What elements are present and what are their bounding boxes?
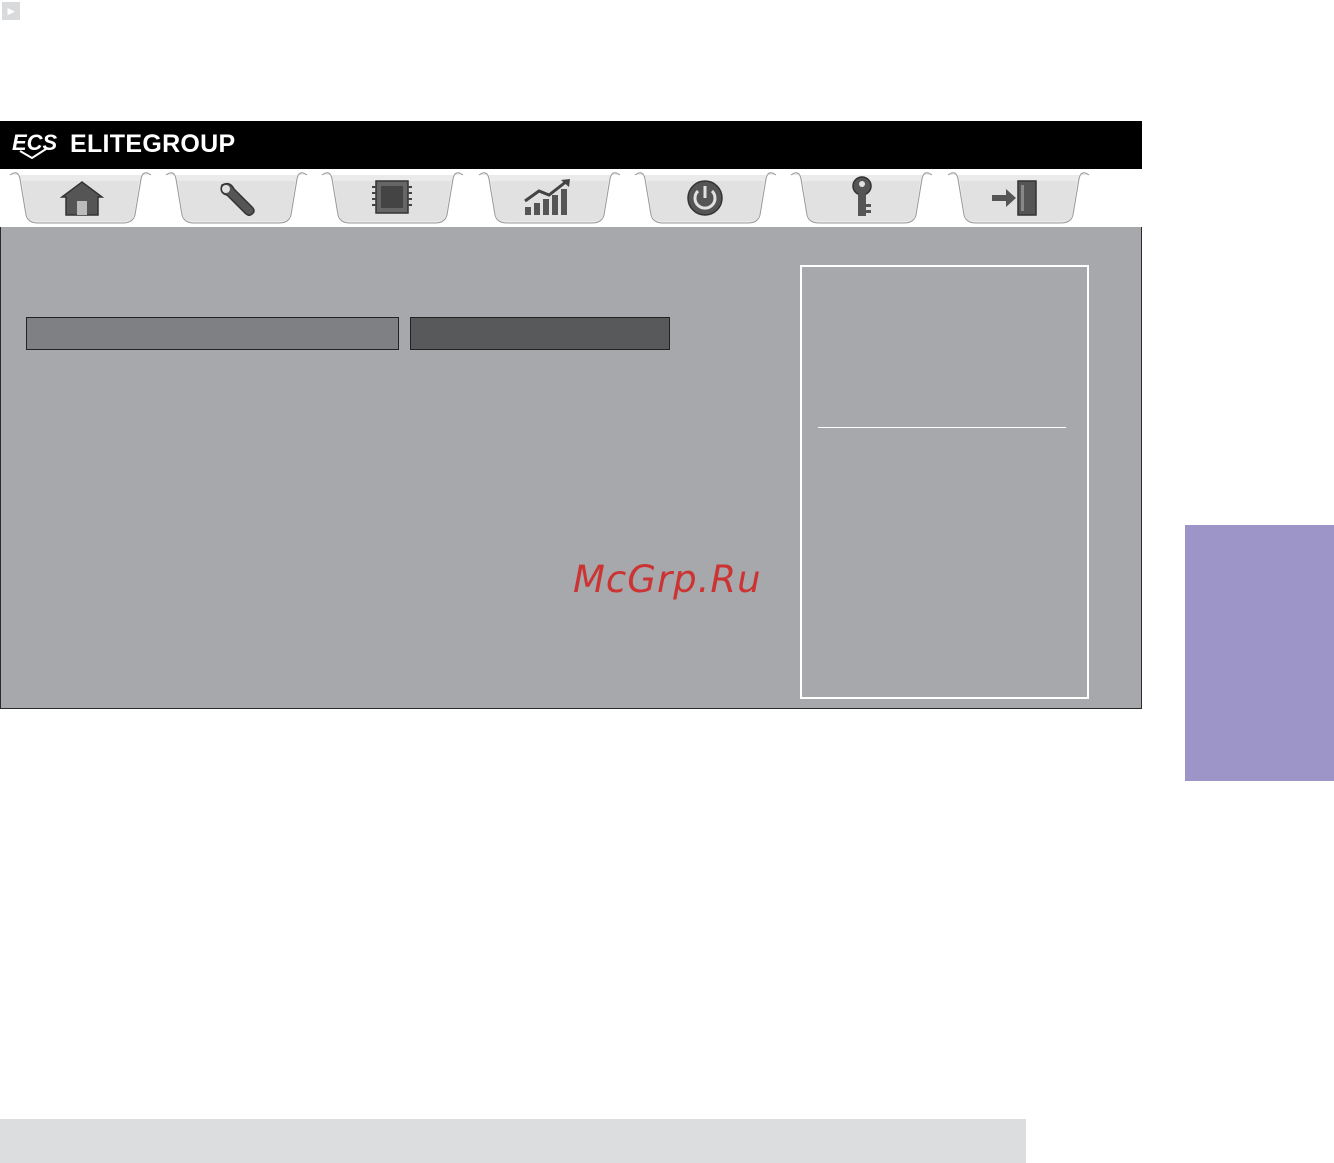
chapter-side-tab xyxy=(1185,525,1334,781)
tab-bar xyxy=(0,169,1142,227)
help-divider xyxy=(818,427,1066,428)
expand-arrow-icon[interactable]: ▸ xyxy=(2,2,20,20)
brand-name: ELITEGROUP xyxy=(70,129,236,158)
home-icon xyxy=(59,181,105,216)
exit-icon xyxy=(992,180,1037,216)
key-icon xyxy=(852,176,872,216)
bios-header: ECS ELITEGROUP xyxy=(0,121,1142,169)
wrench-icon xyxy=(220,182,255,217)
setting-label-field[interactable] xyxy=(26,317,399,350)
power-icon xyxy=(687,180,723,216)
tab-performance[interactable] xyxy=(477,171,622,227)
performance-chart-icon xyxy=(524,179,570,215)
footer-bar xyxy=(0,1119,1026,1163)
tab-chipset[interactable] xyxy=(320,171,465,227)
help-panel xyxy=(800,265,1089,699)
bios-content: McGrp.Ru xyxy=(0,227,1142,709)
setting-value-field[interactable] xyxy=(410,317,670,350)
ecs-logo-mark: ECS xyxy=(12,130,58,159)
svg-text:ECS: ECS xyxy=(12,130,58,155)
tab-security[interactable] xyxy=(789,171,934,227)
chip-icon xyxy=(372,180,412,214)
bios-window: ECS ELITEGROUP McGrp.Ru xyxy=(0,121,1142,709)
watermark: McGrp.Ru xyxy=(573,558,762,601)
ecs-logo: ECS ELITEGROUP xyxy=(12,129,236,159)
tab-exit[interactable] xyxy=(946,171,1091,227)
tab-boot[interactable] xyxy=(633,171,778,227)
tab-main[interactable] xyxy=(8,171,153,227)
tab-advanced[interactable] xyxy=(164,171,309,227)
